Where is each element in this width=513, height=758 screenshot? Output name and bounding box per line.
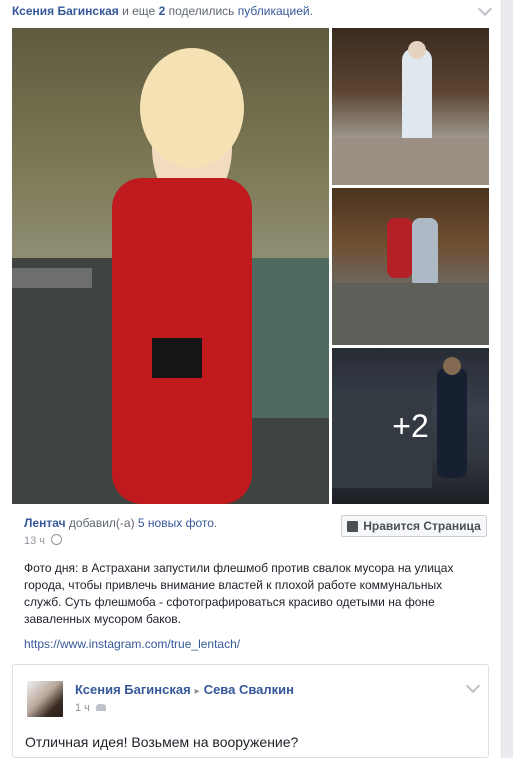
comment-timestamp[interactable]: 1 ч xyxy=(75,702,90,714)
photo-thumb-2[interactable] xyxy=(332,188,489,345)
photo-thumb-1[interactable] xyxy=(332,28,489,185)
photo-grid: +2 xyxy=(12,28,490,506)
post-timestamp[interactable]: 13 ч xyxy=(24,535,45,547)
photo-thumb-3[interactable]: +2 xyxy=(332,348,489,504)
friends-audience-icon xyxy=(95,704,106,711)
comment-author-link[interactable]: Ксения Багинская xyxy=(75,682,191,697)
page-added-line: Лентач добавил(-а) 5 новых фото. xyxy=(24,516,218,530)
feed-story: Ксения Багинская и еще 2 поделились публ… xyxy=(0,0,502,758)
page-name-link[interactable]: Лентач xyxy=(24,516,66,530)
globe-icon xyxy=(51,534,63,545)
photo-thumb-2-image xyxy=(332,218,489,345)
like-page-button[interactable]: Нравится Страница xyxy=(341,515,487,537)
more-photos-overlay[interactable]: +2 xyxy=(332,348,489,504)
comment-options-chevron-icon[interactable] xyxy=(465,678,481,694)
publication-link[interactable]: публикацией xyxy=(238,4,310,18)
photo-main-image xyxy=(12,48,329,504)
thumbs-up-icon xyxy=(347,520,359,532)
instagram-link[interactable]: https://www.instagram.com/true_lentach/ xyxy=(24,637,240,651)
arrow-right-icon: ▸ xyxy=(194,686,200,697)
comment-target-link[interactable]: Сева Свалкин xyxy=(204,682,294,697)
comment-author-line: Ксения Багинская ▸ Сева Свалкин xyxy=(75,682,294,697)
post-meta: 13 ч xyxy=(24,534,63,547)
comment-text: Отличная идея! Возьмем на вооружение? xyxy=(25,734,299,750)
avatar[interactable] xyxy=(27,681,63,717)
story-options-chevron-icon[interactable] xyxy=(477,1,493,17)
share-header: Ксения Багинская и еще 2 поделились публ… xyxy=(12,4,313,18)
post-text: Фото дня: в Астрахани запустили флешмоб … xyxy=(24,561,454,626)
comment-box: Ксения Багинская ▸ Сева Свалкин 1 ч Отличн… xyxy=(12,664,489,758)
like-page-label: Нравится Страница xyxy=(363,519,481,533)
photo-main[interactable] xyxy=(12,28,329,504)
comment-meta: 1 ч xyxy=(75,702,106,714)
new-photos-link[interactable]: 5 новых фото xyxy=(138,516,214,530)
sharer-name-link[interactable]: Ксения Багинская xyxy=(12,4,119,18)
photo-thumb-1-image xyxy=(332,41,489,185)
